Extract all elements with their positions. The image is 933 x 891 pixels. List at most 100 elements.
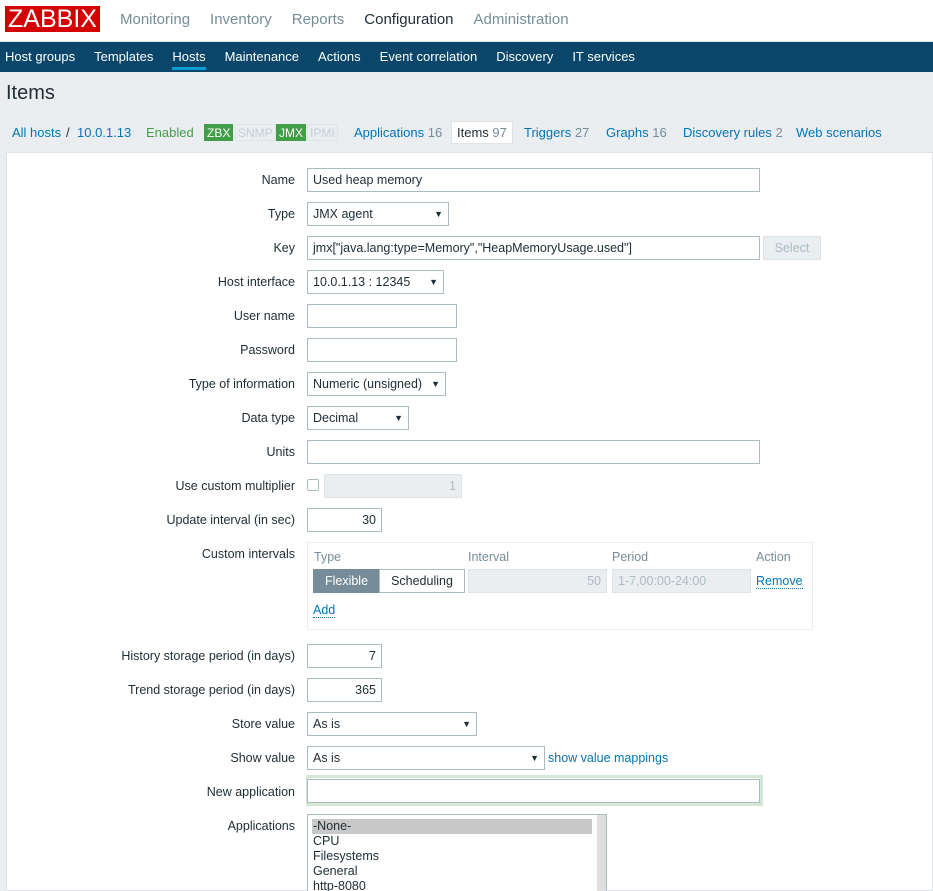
ci-header-type: Type — [314, 550, 342, 564]
tab-triggers[interactable]: Triggers 27 — [524, 125, 589, 140]
menu-inventory[interactable]: Inventory — [200, 0, 282, 42]
listbox-scrollbar[interactable] — [597, 815, 606, 891]
breadcrumb-separator: / — [66, 125, 70, 140]
ci-header-period: Period — [612, 550, 649, 564]
submenu-it-services[interactable]: IT services — [562, 42, 644, 72]
username-label: User name — [233, 309, 295, 323]
breadcrumb-host[interactable]: 10.0.1.13 — [77, 125, 131, 140]
chevron-down-icon: ▼ — [394, 413, 403, 423]
submenu-templates[interactable]: Templates — [84, 42, 162, 72]
ci-remove-link[interactable]: Remove — [756, 574, 803, 589]
badge-zbx: ZBX — [204, 124, 234, 141]
update-interval-input[interactable]: 30 — [307, 508, 382, 532]
zabbix-logo[interactable]: ZABBIX — [5, 6, 100, 32]
units-label: Units — [266, 445, 295, 459]
type-select-value: JMX agent — [313, 207, 373, 221]
submenu-hosts[interactable]: Hosts — [162, 42, 214, 72]
tab-discovery-rules[interactable]: Discovery rules 2 — [683, 125, 783, 140]
update-interval-label: Update interval (in sec) — [166, 513, 295, 527]
units-input[interactable] — [307, 440, 760, 464]
data-type-label: Data type — [241, 411, 295, 425]
host-navigation: All hosts / 10.0.1.13 Enabled ZBX SNMP J… — [0, 118, 933, 148]
history-label: History storage period (in days) — [121, 649, 295, 663]
custom-multiplier-input[interactable]: 1 — [324, 474, 462, 498]
ci-flexible-button[interactable]: Flexible — [313, 569, 380, 593]
submenu-actions[interactable]: Actions — [308, 42, 370, 72]
history-input[interactable]: 7 — [307, 644, 382, 668]
type-of-information-label: Type of information — [188, 377, 295, 391]
ci-interval-input[interactable]: 50 — [468, 569, 607, 593]
name-label: Name — [261, 173, 295, 187]
ci-header-interval: Interval — [468, 550, 509, 564]
submenu-discovery[interactable]: Discovery — [486, 42, 562, 72]
store-value-select[interactable]: As is ▼ — [307, 712, 477, 736]
list-item[interactable]: CPU — [308, 834, 606, 849]
select-button[interactable]: Select — [763, 236, 821, 260]
page-title: Items — [6, 82, 55, 104]
list-item[interactable]: http-8080 — [308, 879, 606, 891]
key-label: Key — [273, 241, 295, 255]
show-value-select[interactable]: As is ▼ — [307, 746, 545, 770]
show-value-value: As is — [313, 751, 341, 765]
key-input[interactable]: jmx["java.lang:type=Memory","HeapMemoryU… — [307, 236, 760, 260]
applications-listbox[interactable]: -None- CPU Filesystems General http-8080 — [307, 814, 607, 891]
list-item[interactable]: General — [308, 864, 606, 879]
menu-configuration[interactable]: Configuration — [354, 0, 463, 42]
ci-add-link[interactable]: Add — [313, 603, 336, 618]
trend-label: Trend storage period (in days) — [128, 683, 295, 697]
host-interface-label: Host interface — [217, 275, 295, 289]
type-of-information-value: Numeric (unsigned) — [313, 377, 423, 391]
custom-multiplier-checkbox[interactable] — [307, 479, 319, 491]
submenu-event-correlation[interactable]: Event correlation — [370, 42, 487, 72]
item-form: Name Used heap memory Type JMX agent ▼ Ke… — [6, 152, 933, 891]
chevron-down-icon: ▼ — [530, 753, 539, 763]
username-input[interactable] — [307, 304, 457, 328]
ci-scheduling-button[interactable]: Scheduling — [379, 569, 465, 593]
ci-header-action: Action — [756, 550, 791, 564]
host-interface-select[interactable]: 10.0.1.13 : 12345 ▼ — [307, 270, 444, 294]
breadcrumb-all-hosts[interactable]: All hosts — [12, 125, 61, 140]
menu-monitoring[interactable]: Monitoring — [110, 0, 200, 42]
type-label: Type — [267, 207, 295, 221]
ci-period-input[interactable]: 1-7,00:00-24:00 — [612, 569, 751, 593]
show-value-label: Show value — [230, 751, 295, 765]
type-of-information-select[interactable]: Numeric (unsigned) ▼ — [307, 372, 446, 396]
top-bar: ZABBIX Monitoring Inventory Reports Conf… — [0, 0, 933, 42]
password-input[interactable] — [307, 338, 457, 362]
tab-applications[interactable]: Applications 16 — [354, 125, 442, 140]
tab-applications-label: Applications — [354, 125, 425, 140]
show-value-mappings-link[interactable]: show value mappings — [548, 751, 668, 765]
submenu-host-groups[interactable]: Host groups — [0, 42, 84, 72]
tab-applications-count: 16 — [427, 125, 443, 140]
name-input[interactable]: Used heap memory — [307, 168, 760, 192]
new-application-input[interactable] — [307, 779, 760, 803]
chevron-down-icon: ▼ — [431, 379, 440, 389]
status-enabled[interactable]: Enabled — [146, 125, 194, 140]
tab-items-label: Items — [457, 125, 489, 140]
list-item[interactable]: -None- — [312, 819, 592, 834]
store-value-label: Store value — [231, 717, 295, 731]
list-item[interactable]: Filesystems — [308, 849, 606, 864]
tab-items[interactable]: Items 97 — [451, 121, 513, 144]
tab-discovery-rules-count: 2 — [775, 125, 783, 140]
badge-jmx: JMX — [276, 124, 306, 141]
tab-graphs[interactable]: Graphs 16 — [606, 125, 667, 140]
tab-triggers-label: Triggers — [524, 125, 572, 140]
badge-ipmi: IPMI — [307, 124, 338, 141]
type-select[interactable]: JMX agent ▼ — [307, 202, 449, 226]
menu-administration[interactable]: Administration — [464, 0, 579, 42]
custom-multiplier-label: Use custom multiplier — [175, 479, 295, 493]
submenu-maintenance[interactable]: Maintenance — [215, 42, 308, 72]
custom-intervals-label: Custom intervals — [201, 547, 295, 561]
chevron-down-icon: ▼ — [462, 719, 471, 729]
tab-web-scenarios[interactable]: Web scenarios — [796, 125, 882, 140]
custom-intervals-table: Type Interval Period Action Flexible Sch… — [307, 542, 813, 630]
tab-discovery-rules-label: Discovery rules — [683, 125, 772, 140]
chevron-down-icon: ▼ — [429, 277, 438, 287]
trend-input[interactable]: 365 — [307, 678, 382, 702]
new-application-label: New application — [206, 785, 295, 799]
menu-reports[interactable]: Reports — [282, 0, 355, 42]
data-type-select[interactable]: Decimal ▼ — [307, 406, 409, 430]
data-type-value: Decimal — [313, 411, 359, 425]
password-label: Password — [240, 343, 295, 357]
